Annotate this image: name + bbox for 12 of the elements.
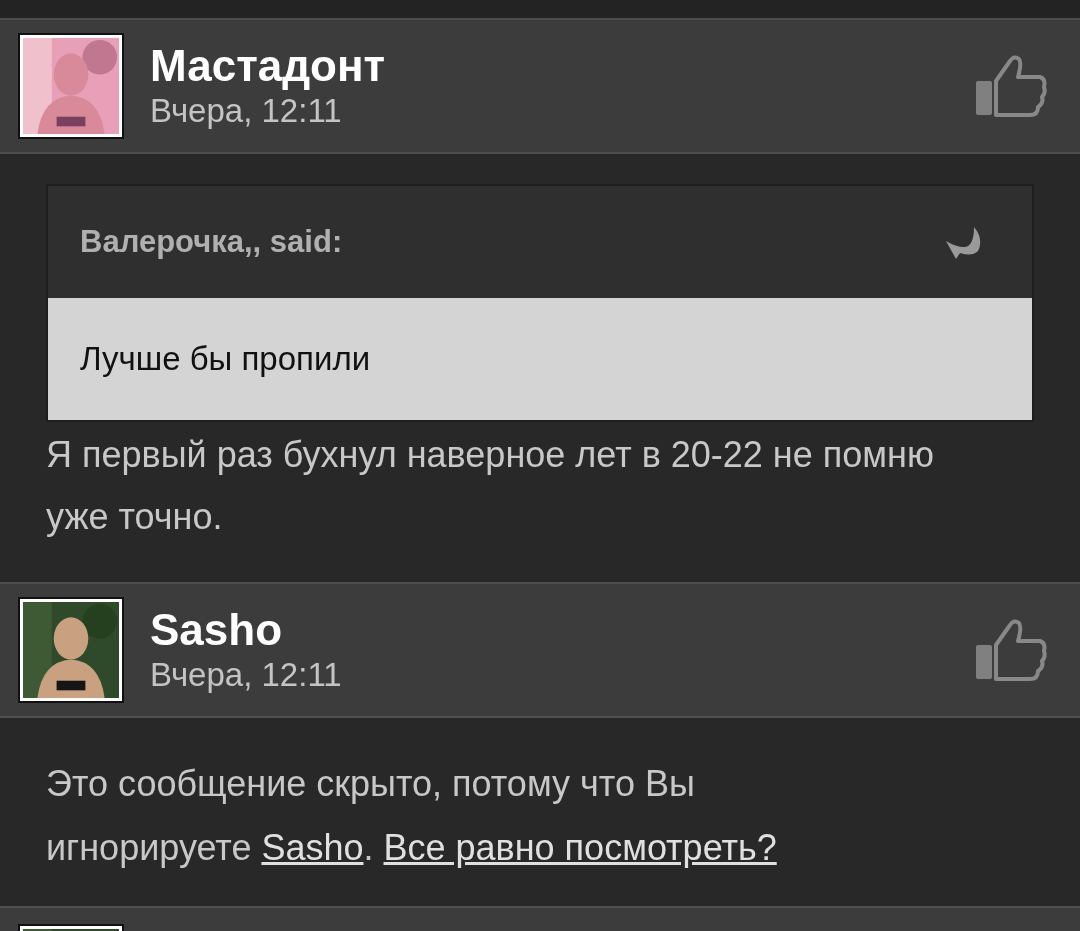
- hidden-post-notice: Это сообщение скрыто, потому что Вы игнорируете Sasho. Все равно посмотреть?: [46, 762, 778, 870]
- post-time: Вчера, 12:11: [150, 655, 343, 695]
- thumbs-up-icon[interactable]: [974, 55, 1048, 117]
- post-time: Вчера, 12:11: [150, 91, 343, 131]
- notice-link[interactable]: Sasho: [261, 827, 364, 868]
- thumbs-up-icon[interactable]: [974, 619, 1048, 681]
- author-name[interactable]: Sasho: [150, 605, 974, 655]
- post-text: Я первый раз бухнул наверное лет в 20-22 не помню уже точно.: [46, 433, 935, 539]
- author-name[interactable]: Мастадонт: [150, 41, 974, 91]
- notice-link[interactable]: Все равно посмотреть?: [383, 827, 777, 868]
- quote-text: Лучше бы пропили: [80, 339, 371, 380]
- quote-attribution: Валерочка,, said:: [80, 222, 343, 261]
